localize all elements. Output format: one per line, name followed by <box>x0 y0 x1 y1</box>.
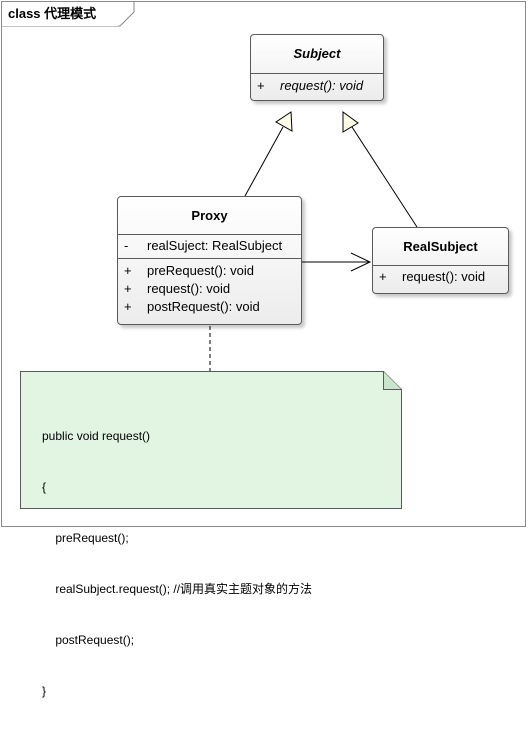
generalization-proxy-line <box>244 126 284 197</box>
generalization-realsubject-arrowhead <box>342 111 359 133</box>
operation-text: postRequest(): void <box>147 299 260 314</box>
generalization-realsubject-line <box>351 126 418 228</box>
note-line: public void request() <box>42 429 151 443</box>
operation-row: + postRequest(): void <box>118 298 301 316</box>
visibility-marker: - <box>124 238 129 253</box>
class-subject-operations: + request(): void <box>251 74 383 95</box>
diagram-canvas: class 代理模式 Subject + request(): void Pro… <box>0 0 530 698</box>
class-subject[interactable]: Subject + request(): void <box>250 34 384 101</box>
operation-text: request(): void <box>147 281 231 296</box>
note-line: postRequest(); <box>42 633 135 647</box>
note-line: } <box>42 684 47 698</box>
attribute-row: - realSuject: RealSubject <box>118 237 301 255</box>
operation-row: + preRequest(): void <box>118 262 301 280</box>
visibility-marker: + <box>124 299 132 314</box>
note-line: realSubject.request(); //调用真实主题对象的方法 <box>42 582 313 596</box>
class-realsubject[interactable]: RealSubject + request(): void <box>372 227 509 294</box>
attribute-text: realSuject: RealSubject <box>147 238 283 253</box>
note-folded-corner <box>383 371 402 390</box>
note-line: { <box>42 480 47 494</box>
operation-row: + request(): void <box>251 77 383 95</box>
class-proxy-name: Proxy <box>118 197 301 235</box>
visibility-marker: + <box>379 269 387 284</box>
code-note[interactable]: public void request() { preRequest(); re… <box>20 371 402 698</box>
generalization-proxy-arrowhead <box>275 111 293 132</box>
class-proxy-attributes: - realSuject: RealSubject <box>118 235 301 259</box>
visibility-marker: + <box>257 78 265 93</box>
class-realsubject-name: RealSubject <box>373 228 508 266</box>
operation-text: request(): void <box>402 269 486 284</box>
operation-row: + request(): void <box>373 268 508 286</box>
note-code: public void request() { preRequest(); re… <box>42 394 312 734</box>
operation-row: + request(): void <box>118 280 301 298</box>
operation-text: request(): void <box>280 78 364 93</box>
class-proxy-operations: + preRequest(): void + request(): void +… <box>118 259 301 316</box>
note-line: preRequest(); <box>42 531 129 545</box>
visibility-marker: + <box>124 263 132 278</box>
visibility-marker: + <box>124 281 132 296</box>
class-subject-name: Subject <box>251 35 383 74</box>
class-realsubject-operations: + request(): void <box>373 266 508 286</box>
operation-text: preRequest(): void <box>147 263 254 278</box>
class-proxy[interactable]: Proxy - realSuject: RealSubject + preReq… <box>117 196 302 325</box>
